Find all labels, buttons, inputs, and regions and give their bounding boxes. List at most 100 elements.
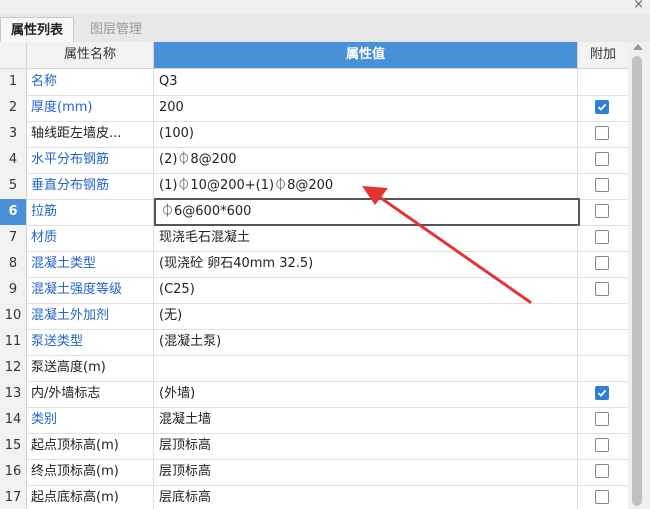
table-row[interactable]: 11 泵送类型 (混凝土泵) <box>0 329 628 356</box>
property-value[interactable]: 200 <box>154 95 578 121</box>
grid-header: 属性名称 属性值 附加 <box>0 42 628 69</box>
attach-checkbox[interactable] <box>595 438 609 452</box>
tab-layer-management[interactable]: 图层管理 <box>80 17 152 42</box>
attach-checkbox[interactable] <box>595 282 609 296</box>
attach-cell <box>578 303 628 329</box>
table-row[interactable]: 17 起点底标高(m) 层底标高 <box>0 485 628 509</box>
table-row[interactable]: 13 内/外墙标志 (外墙) <box>0 381 628 408</box>
property-name: 起点底标高(m) <box>27 485 154 509</box>
row-number[interactable]: 9 <box>0 277 27 303</box>
property-name: 混凝土强度等级 <box>27 277 154 303</box>
header-row-number <box>0 42 27 68</box>
property-grid: 属性名称 属性值 附加 1 名称 Q3 2 厚度(mm) 200 3 轴线距左墙皮... (10… <box>0 42 628 509</box>
header-property-value[interactable]: 属性值 <box>154 42 578 68</box>
attach-cell <box>578 355 628 381</box>
property-value[interactable]: (现浇砼 卵石40mm 32.5) <box>154 251 578 277</box>
property-value-editor[interactable]: ⏀6@600*600 <box>154 198 580 226</box>
property-name: 名称 <box>27 69 154 95</box>
attach-cell <box>578 69 628 95</box>
tab-property-list[interactable]: 属性列表 <box>0 17 75 43</box>
property-name: 内/外墙标志 <box>27 381 154 407</box>
property-value[interactable] <box>154 355 578 381</box>
attach-cell <box>578 329 628 355</box>
property-name: 轴线距左墙皮... <box>27 121 154 147</box>
property-name: 起点顶标高(m) <box>27 433 154 459</box>
table-row[interactable]: 2 厚度(mm) 200 <box>0 95 628 122</box>
attach-checkbox[interactable] <box>595 204 609 218</box>
attach-checkbox[interactable] <box>595 126 609 140</box>
property-value[interactable]: 层底标高 <box>154 485 578 509</box>
table-row[interactable]: 3 轴线距左墙皮... (100) <box>0 121 628 148</box>
table-row[interactable]: 5 垂直分布钢筋 (1)⏀10@200+(1)⏀8@200 <box>0 173 628 200</box>
scroll-thumb[interactable] <box>632 56 642 506</box>
header-attach: 附加 <box>589 47 616 62</box>
table-row[interactable]: 9 混凝土强度等级 (C25) <box>0 277 628 304</box>
header-property-name: 属性名称 <box>27 42 154 68</box>
property-value[interactable]: Q3 <box>154 69 578 95</box>
property-value[interactable]: 混凝土墙 <box>154 407 578 433</box>
property-name: 垂直分布钢筋 <box>27 173 154 199</box>
property-value[interactable]: (100) <box>154 121 578 147</box>
row-number[interactable]: 8 <box>0 251 27 277</box>
row-number[interactable]: 6 <box>0 199 27 225</box>
property-name: 拉筋 <box>27 199 154 225</box>
attach-checkbox[interactable] <box>595 412 609 426</box>
row-number[interactable]: 14 <box>0 407 27 433</box>
property-name: 混凝土外加剂 <box>27 303 154 329</box>
property-name: 泵送类型 <box>27 329 154 355</box>
table-row[interactable]: 12 泵送高度(m) <box>0 355 628 382</box>
property-value[interactable]: 层顶标高 <box>154 459 578 485</box>
property-name: 材质 <box>27 225 154 251</box>
attach-checkbox[interactable] <box>595 178 609 192</box>
row-number[interactable]: 13 <box>0 381 27 407</box>
property-value[interactable]: (混凝土泵) <box>154 329 578 355</box>
table-row[interactable]: 16 终点顶标高(m) 层顶标高 <box>0 459 628 486</box>
panel-titlebar: × <box>0 0 650 14</box>
row-number[interactable]: 2 <box>0 95 27 121</box>
property-value[interactable]: (1)⏀10@200+(1)⏀8@200 <box>154 173 578 199</box>
table-row[interactable]: 15 起点顶标高(m) 层顶标高 <box>0 433 628 460</box>
check-icon <box>597 103 607 111</box>
tab-bar: 属性列表 图层管理 <box>0 14 650 43</box>
property-name: 终点顶标高(m) <box>27 459 154 485</box>
row-number[interactable]: 1 <box>0 69 27 95</box>
check-icon <box>597 389 607 397</box>
attach-checkbox[interactable] <box>595 256 609 270</box>
table-row[interactable]: 7 材质 现浇毛石混凝土 <box>0 225 628 252</box>
attach-checkbox[interactable] <box>595 100 609 114</box>
table-row[interactable]: 14 类别 混凝土墙 <box>0 407 628 434</box>
vertical-scrollbar[interactable] <box>628 42 650 509</box>
close-icon[interactable]: × <box>633 0 644 12</box>
row-number[interactable]: 17 <box>0 485 27 509</box>
table-row[interactable]: 8 混凝土类型 (现浇砼 卵石40mm 32.5) <box>0 251 628 278</box>
property-name: 泵送高度(m) <box>27 355 154 381</box>
row-number[interactable]: 11 <box>0 329 27 355</box>
row-number[interactable]: 12 <box>0 355 27 381</box>
row-number[interactable]: 10 <box>0 303 27 329</box>
table-row[interactable]: 4 水平分布钢筋 (2)⏀8@200 <box>0 147 628 174</box>
scroll-up-arrow-icon[interactable] <box>633 44 643 50</box>
table-row[interactable]: 1 名称 Q3 <box>0 69 628 96</box>
row-number[interactable]: 5 <box>0 173 27 199</box>
table-row[interactable]: 6 拉筋 ⏀6@600*600 <box>0 198 628 226</box>
property-name: 混凝土类型 <box>27 251 154 277</box>
property-value[interactable]: (2)⏀8@200 <box>154 147 578 173</box>
attach-checkbox[interactable] <box>595 230 609 244</box>
property-value[interactable]: (无) <box>154 303 578 329</box>
row-number[interactable]: 3 <box>0 121 27 147</box>
property-name: 厚度(mm) <box>27 95 154 121</box>
property-value[interactable]: (C25) <box>154 277 578 303</box>
row-number[interactable]: 15 <box>0 433 27 459</box>
property-value[interactable]: 现浇毛石混凝土 <box>154 225 578 251</box>
property-name: 水平分布钢筋 <box>27 147 154 173</box>
table-row[interactable]: 10 混凝土外加剂 (无) <box>0 303 628 330</box>
attach-checkbox[interactable] <box>595 464 609 478</box>
property-value[interactable]: 层顶标高 <box>154 433 578 459</box>
attach-checkbox[interactable] <box>595 386 609 400</box>
row-number[interactable]: 4 <box>0 147 27 173</box>
row-number[interactable]: 7 <box>0 225 27 251</box>
attach-checkbox[interactable] <box>595 490 609 504</box>
attach-checkbox[interactable] <box>595 152 609 166</box>
row-number[interactable]: 16 <box>0 459 27 485</box>
property-value[interactable]: (外墙) <box>154 381 578 407</box>
